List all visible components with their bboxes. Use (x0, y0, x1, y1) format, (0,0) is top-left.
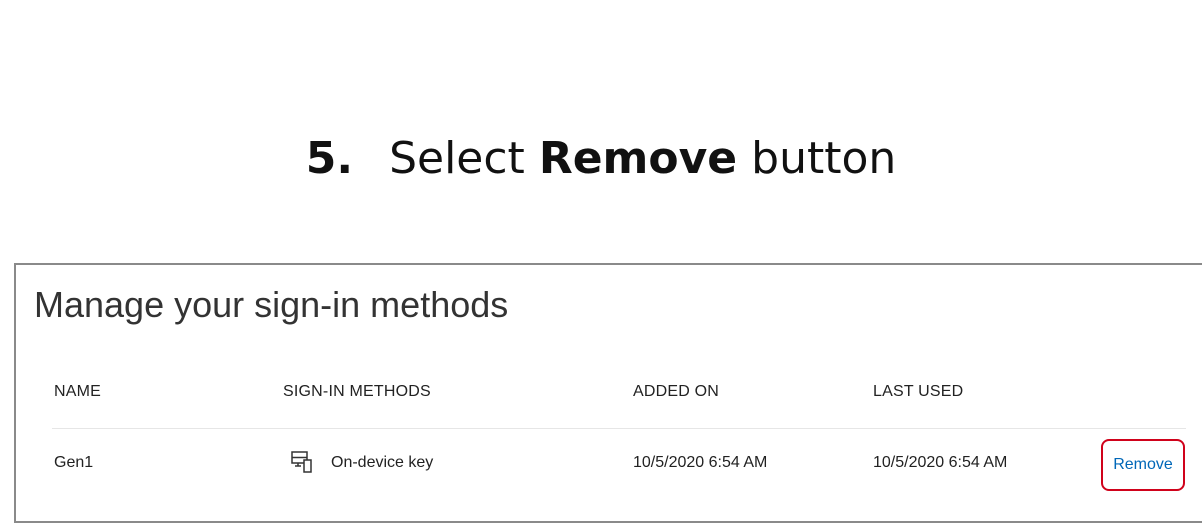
remove-button[interactable]: Remove (1101, 439, 1185, 491)
table-divider (52, 428, 1186, 429)
remove-button-label: Remove (1113, 456, 1173, 473)
column-header-name: NAME (54, 383, 102, 400)
column-header-added-on: ADDED ON (633, 383, 720, 400)
row-name: Gen1 (54, 454, 94, 471)
row-sign-in-method: On-device key (331, 454, 434, 471)
row-added-on: 10/5/2020 6:54 AM (633, 454, 768, 471)
instruction-prefix: Select (389, 133, 525, 184)
row-last-used: 10/5/2020 6:54 AM (873, 454, 1008, 471)
column-header-sign-in-methods: SIGN-IN METHODS (283, 383, 431, 400)
device-key-icon (290, 450, 314, 474)
instruction-bold-word: Remove (538, 133, 738, 184)
column-header-last-used: LAST USED (873, 383, 964, 400)
step-number: 5. (305, 133, 354, 184)
instruction-suffix: button (751, 133, 897, 184)
instruction-text: 5. Select Remove button (0, 133, 1202, 184)
panel-title: Manage your sign-in methods (34, 284, 509, 325)
